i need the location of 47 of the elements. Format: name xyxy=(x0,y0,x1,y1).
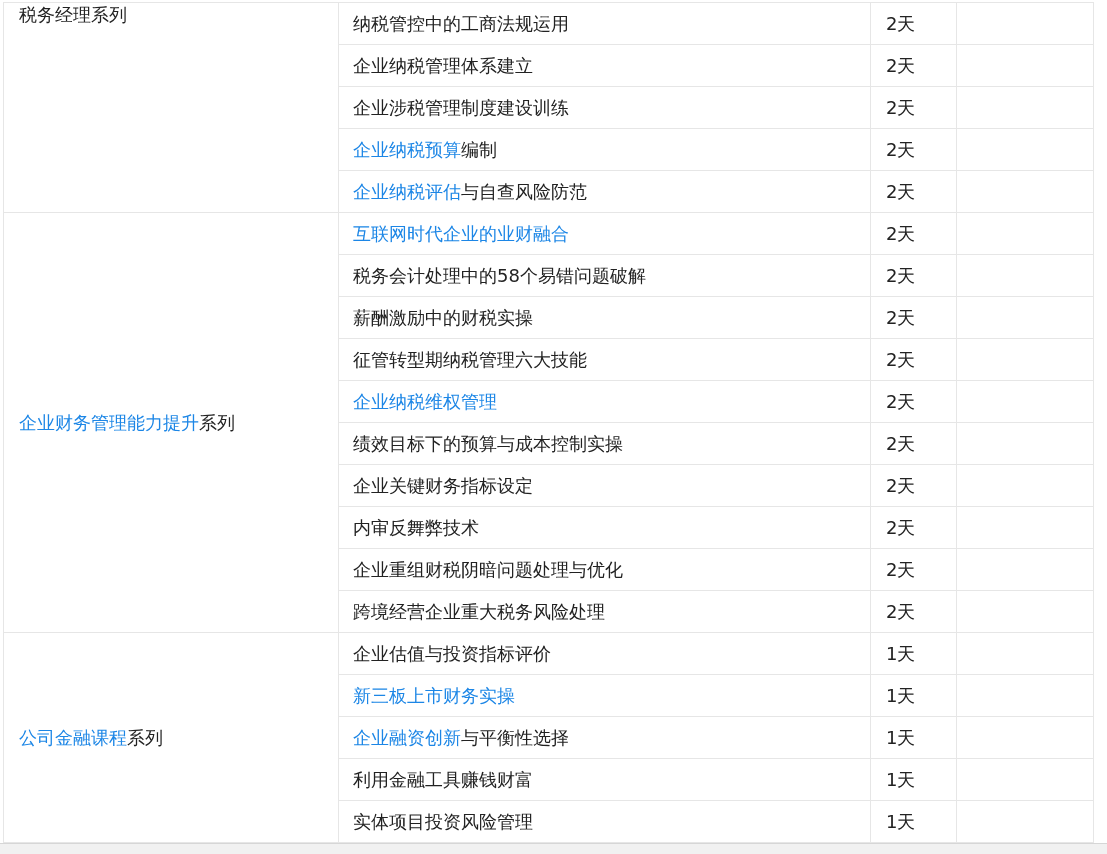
duration-text: 2天 xyxy=(886,222,916,244)
course-title: 征管转型期纳税管理六大技能 xyxy=(353,348,587,370)
duration-text: 2天 xyxy=(886,54,916,76)
course-title: 利用金融工具赚钱财富 xyxy=(353,768,533,790)
course-title: 税务会计处理中的58个易错问题破解 xyxy=(353,264,646,286)
duration-text: 2天 xyxy=(886,474,916,496)
course-title: 绩效目标下的预算与成本控制实操 xyxy=(353,432,623,454)
duration-text: 2天 xyxy=(886,138,916,160)
course-title: 跨境经营企业重大税务风险处理 xyxy=(353,600,605,622)
course-title: 实体项目投资风险管理 xyxy=(353,810,533,832)
series-link[interactable]: 企业财务管理能力提升 xyxy=(19,411,199,433)
duration-text: 2天 xyxy=(886,516,916,538)
series-link[interactable]: 公司金融课程 xyxy=(19,726,127,748)
duration-text: 2天 xyxy=(886,558,916,580)
course-link[interactable]: 企业纳税维权管理 xyxy=(353,390,497,412)
series-label: 税务经理系列 xyxy=(19,4,127,25)
course-link[interactable]: 新三板上市财务实操 xyxy=(353,684,515,706)
course-link[interactable]: 企业融资创新 xyxy=(353,726,461,748)
course-title: 企业估值与投资指标评价 xyxy=(353,642,551,664)
course-title: 企业纳税管理体系建立 xyxy=(353,54,533,76)
duration-text: 2天 xyxy=(886,264,916,286)
duration-text: 2天 xyxy=(886,180,916,202)
series-label: 系列 xyxy=(199,411,235,433)
course-title: 企业关键财务指标设定 xyxy=(353,474,533,496)
duration-text: 1天 xyxy=(886,642,916,664)
duration-text: 1天 xyxy=(886,684,916,706)
course-title: 纳税管控中的工商法规运用 xyxy=(353,12,569,34)
course-link[interactable]: 企业纳税评估 xyxy=(353,180,461,202)
course-title: 内审反舞弊技术 xyxy=(353,516,479,538)
course-title: 薪酬激励中的财税实操 xyxy=(353,306,533,328)
duration-text: 2天 xyxy=(886,12,916,34)
duration-text: 2天 xyxy=(886,390,916,412)
course-title: 编制 xyxy=(461,138,497,160)
duration-text: 1天 xyxy=(886,810,916,832)
duration-text: 2天 xyxy=(886,432,916,454)
duration-text: 1天 xyxy=(886,768,916,790)
duration-text: 2天 xyxy=(886,96,916,118)
course-title: 与平衡性选择 xyxy=(461,726,569,748)
duration-text: 2天 xyxy=(886,306,916,328)
duration-text: 1天 xyxy=(886,726,916,748)
course-title: 企业重组财税阴暗问题处理与优化 xyxy=(353,558,623,580)
duration-text: 2天 xyxy=(886,348,916,370)
series-label: 系列 xyxy=(127,726,163,748)
course-title: 企业涉税管理制度建设训练 xyxy=(353,96,569,118)
course-link[interactable]: 企业纳税预算 xyxy=(353,138,461,160)
duration-text: 2天 xyxy=(886,600,916,622)
course-title: 与自查风险防范 xyxy=(461,180,587,202)
